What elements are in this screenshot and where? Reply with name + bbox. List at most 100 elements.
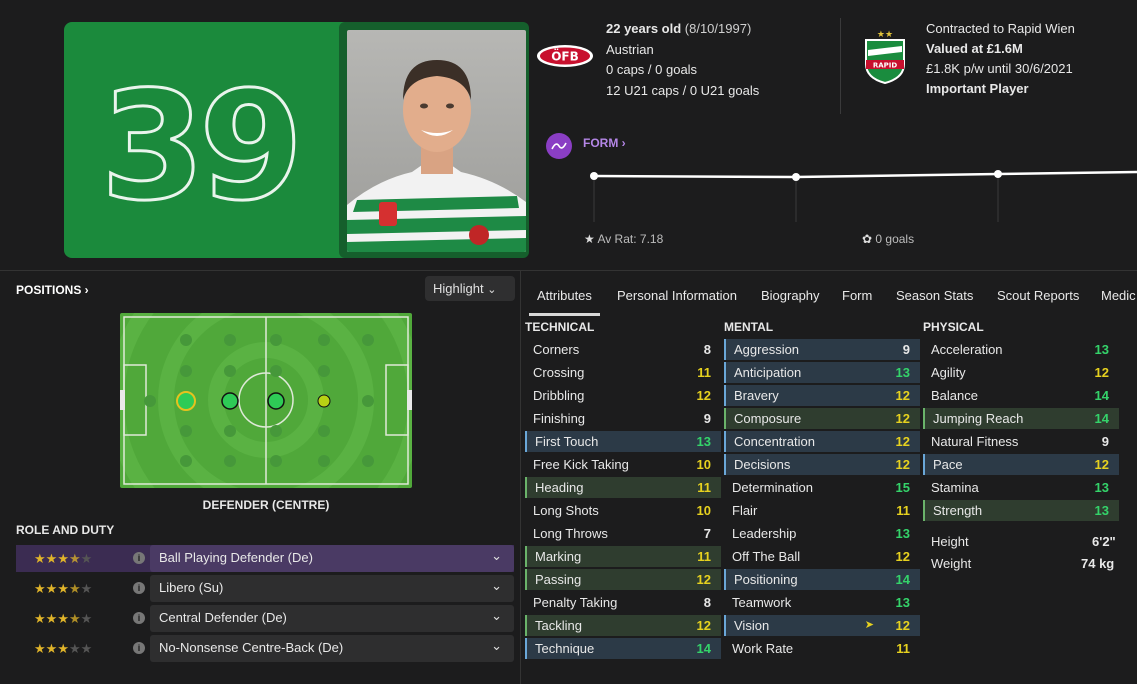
club-badge-icon[interactable]: ★★ RAPID [860,28,910,85]
attribute-value: 12 [1094,457,1109,472]
highlight-label: Highlight [433,281,484,296]
chevron-down-icon: ⌄ [491,608,502,623]
tab-season-stats[interactable]: Season Stats [896,288,973,303]
nationality[interactable]: Austrian [606,40,759,61]
tab-medical[interactable]: Medic [1101,288,1136,303]
role-row[interactable]: ★★★★★ i Libero (Su) ⌄ [16,575,514,602]
attribute-row[interactable]: Bravery 12 [724,385,920,406]
attribute-name: Long Shots [533,503,599,518]
tab-scout-reports[interactable]: Scout Reports [997,288,1079,303]
info-icon[interactable]: i [133,612,145,624]
form-link[interactable]: FORM › [583,136,626,150]
info-divider [840,18,841,114]
attribute-row[interactable]: Long Throws 7 [525,523,721,544]
attribute-row[interactable]: Long Shots 10 [525,500,721,521]
attribute-row[interactable]: Agility 12 [923,362,1119,383]
role-select[interactable]: Ball Playing Defender (De) ⌄ [150,545,514,572]
attribute-row[interactable]: Balance 14 [923,385,1119,406]
tab-personal-information[interactable]: Personal Information [617,288,737,303]
attribute-row[interactable]: Teamwork 13 [724,592,920,613]
attribute-row[interactable]: Flair 11 [724,500,920,521]
attribute-row[interactable]: Stamina 13 [923,477,1119,498]
role-select[interactable]: Central Defender (De) ⌄ [150,605,514,632]
info-icon[interactable]: i [133,552,145,564]
attribute-row[interactable]: Decisions 12 [724,454,920,475]
chevron-down-icon: ⌄ [491,578,502,593]
attribute-row[interactable]: Corners 8 [525,339,721,360]
attribute-row[interactable]: Anticipation 13 [724,362,920,383]
attribute-value: 13 [1094,342,1109,357]
role-row[interactable]: ★★★★★ i Central Defender (De) ⌄ [16,605,514,632]
attribute-name: Dribbling [533,388,585,403]
attribute-name: Passing [535,572,582,587]
attribute-value: 13 [1094,503,1109,518]
attribute-value: 11 [697,549,711,564]
info-icon[interactable]: i [133,642,145,654]
highlight-dropdown[interactable]: Highlight ⌄ [425,276,515,301]
attribute-row[interactable]: Acceleration 13 [923,339,1119,360]
attribute-row[interactable]: Composure 12 [724,408,920,429]
star-icon: ★ [584,232,595,246]
contract-info: Contracted to Rapid Wien Valued at £1.6M… [926,19,1075,99]
attribute-name: Teamwork [732,595,792,610]
info-icon[interactable]: i [133,582,145,594]
attribute-row[interactable]: Pace 12 [923,454,1119,475]
contract[interactable]: Contracted to Rapid Wien [926,19,1075,39]
attribute-row[interactable]: Strength 13 [923,500,1119,521]
attribute-row[interactable]: Aggression 9 [724,339,920,360]
attribute-row[interactable]: Dribbling 12 [525,385,721,406]
attribute-value: 13 [696,434,711,449]
attribute-row[interactable]: Determination 15 [724,477,920,498]
technical-header: TECHNICAL [525,320,595,334]
attribute-value: 13 [895,526,910,541]
attribute-row[interactable]: Vision ➤ 12 [724,615,920,636]
attribute-row[interactable]: Jumping Reach 14 [923,408,1119,429]
attribute-row[interactable]: Penalty Taking 8 [525,592,721,613]
attribute-row[interactable]: Tackling 12 [525,615,721,636]
attribute-row[interactable]: Work Rate 11 [724,638,920,659]
vertical-divider [520,271,521,684]
attribute-row[interactable]: Off The Ball 12 [724,546,920,567]
attribute-row[interactable]: Marking 11 [525,546,721,567]
attribute-value: 13 [895,365,910,380]
role-duty-label: ROLE AND DUTY [16,523,115,537]
attribute-name: Tackling [535,618,582,633]
attribute-row[interactable]: Concentration 12 [724,431,920,452]
attribute-name: Aggression [734,342,800,357]
role-row[interactable]: ★★★★★ i No-Nonsense Centre-Back (De) ⌄ [16,635,514,662]
star-rating-icon: ★★★★★ [34,641,93,656]
attribute-row[interactable]: Heading 11 [525,477,721,498]
attribute-value: 14 [895,572,910,587]
attribute-value: 8 [703,595,711,610]
attribute-name: Crossing [533,365,585,380]
attribute-row[interactable]: Natural Fitness 9 [923,431,1119,452]
tab-attributes[interactable]: Attributes [529,288,600,316]
attribute-name: Flair [732,503,758,518]
attribute-row[interactable]: Crossing 11 [525,362,721,383]
form-icon [546,133,572,159]
positions-link[interactable]: POSITIONS › [16,283,89,297]
attribute-value: 9 [902,342,910,357]
ball-icon: ✿ [862,232,873,246]
tab-bar: Attributes Personal Information Biograph… [521,271,1137,316]
pitch-diagram[interactable] [120,313,412,488]
tab-biography[interactable]: Biography [761,288,820,303]
role-select[interactable]: Libero (Su) ⌄ [150,575,514,602]
attribute-value: 12 [895,549,910,564]
attribute-name: Balance [931,388,978,403]
role-select[interactable]: No-Nonsense Centre-Back (De) ⌄ [150,635,514,662]
weight-value: 74 kg [1081,556,1115,571]
attribute-row[interactable]: Positioning 14 [724,569,920,590]
attribute-row[interactable]: Passing 12 [525,569,721,590]
attribute-row[interactable]: Technique 14 [525,638,721,659]
attribute-name: Determination [732,480,813,495]
tab-form[interactable]: Form [842,288,872,303]
attribute-row[interactable]: Finishing 9 [525,408,721,429]
attribute-row[interactable]: Leadership 13 [724,523,920,544]
star-rating-icon: ★★★★★ [34,611,93,626]
attribute-value: 12 [895,434,910,449]
role-row[interactable]: ★★★★★ i Ball Playing Defender (De) ⌄ [16,545,514,572]
attribute-row[interactable]: First Touch 13 [525,431,721,452]
attribute-name: Anticipation [734,365,802,380]
attribute-row[interactable]: Free Kick Taking 10 [525,454,721,475]
